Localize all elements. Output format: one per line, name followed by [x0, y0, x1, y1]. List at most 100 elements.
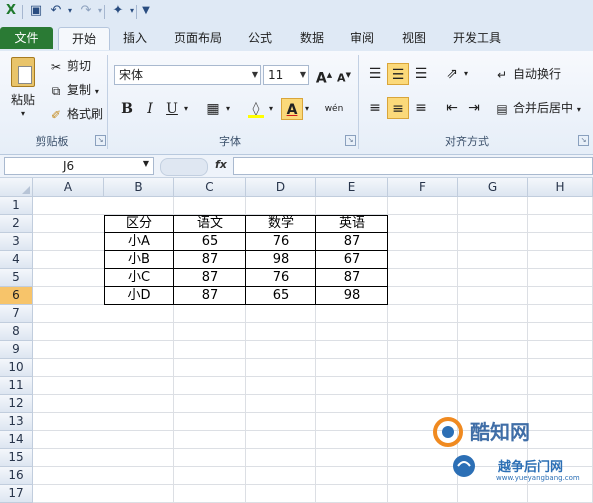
row-header-16[interactable]: 16: [0, 467, 33, 485]
row-header-12[interactable]: 12: [0, 395, 33, 413]
insert-function-button[interactable]: fx: [215, 158, 227, 171]
table-cell[interactable]: 98: [316, 287, 388, 305]
orientation-dropdown-icon[interactable]: ▾: [460, 63, 472, 85]
table-header-cell[interactable]: 语文: [174, 215, 246, 233]
tab-insert[interactable]: 插入: [114, 27, 156, 49]
table-cell[interactable]: 小D: [104, 287, 174, 305]
table-cell[interactable]: 76: [246, 269, 316, 287]
column-header-d[interactable]: D: [246, 178, 316, 197]
table-cell[interactable]: 87: [316, 269, 388, 287]
format-painter-button[interactable]: ✐ 格式刷: [48, 105, 103, 123]
formula-input[interactable]: [233, 157, 593, 175]
table-cell[interactable]: 87: [174, 269, 246, 287]
column-header-h[interactable]: H: [528, 178, 593, 197]
clipboard-launcher-icon[interactable]: ↘: [95, 135, 106, 146]
alignment-launcher-icon[interactable]: ↘: [578, 135, 589, 146]
select-all-corner[interactable]: [0, 178, 33, 197]
row-header-2[interactable]: 2: [0, 215, 33, 233]
format-painter-label: 格式刷: [67, 107, 104, 121]
font-launcher-icon[interactable]: ↘: [345, 135, 356, 146]
italic-button[interactable]: I: [139, 98, 161, 120]
grow-font-button[interactable]: A▲: [313, 64, 335, 87]
column-header-g[interactable]: G: [458, 178, 528, 197]
decrease-indent-icon[interactable]: ⇤: [441, 97, 463, 119]
column-header-f[interactable]: F: [388, 178, 458, 197]
phonetic-guide-icon[interactable]: wén: [320, 98, 348, 120]
row-header-3[interactable]: 3: [0, 233, 33, 251]
table-cell[interactable]: 小A: [104, 233, 174, 251]
table-header-cell[interactable]: 区分: [104, 215, 174, 233]
row-header-5[interactable]: 5: [0, 269, 33, 287]
copy-button[interactable]: ⧉ 复制 ▾: [48, 81, 99, 101]
row-header-11[interactable]: 11: [0, 377, 33, 395]
tab-file[interactable]: 文件: [0, 27, 53, 49]
name-box-value: J6: [63, 159, 75, 173]
paste-label: 粘贴: [10, 93, 35, 107]
cut-button[interactable]: ✂ 剪切: [48, 57, 91, 75]
table-cell[interactable]: 76: [246, 233, 316, 251]
align-left-icon[interactable]: ≡: [364, 97, 386, 119]
font-color-button[interactable]: A: [281, 98, 303, 120]
group-separator: [107, 55, 108, 149]
merge-center-button[interactable]: ▤ 合并后居中 ▾: [494, 99, 581, 119]
table-cell[interactable]: 65: [246, 287, 316, 305]
tab-page-layout[interactable]: 页面布局: [166, 27, 230, 49]
fill-color-icon[interactable]: ◊: [245, 98, 267, 120]
table-cell[interactable]: 98: [246, 251, 316, 269]
fill-color-dropdown-icon[interactable]: ▾: [265, 98, 277, 120]
column-header-a[interactable]: A: [33, 178, 104, 197]
formula-bar: J6 ▼ fx: [0, 155, 593, 178]
column-header-c[interactable]: C: [174, 178, 246, 197]
save-icon[interactable]: ▣: [28, 3, 44, 19]
wrap-text-button[interactable]: ↵ 自动换行: [494, 65, 561, 83]
table-cell[interactable]: 87: [174, 251, 246, 269]
row-header-17[interactable]: 17: [0, 485, 33, 503]
row-header-10[interactable]: 10: [0, 359, 33, 377]
row-header-6[interactable]: 6: [0, 287, 33, 305]
align-center-icon[interactable]: ≡: [387, 97, 409, 119]
row-header-14[interactable]: 14: [0, 431, 33, 449]
tab-view[interactable]: 视图: [394, 27, 434, 49]
tab-review[interactable]: 审阅: [342, 27, 382, 49]
column-header-e[interactable]: E: [316, 178, 388, 197]
table-header-cell[interactable]: 英语: [316, 215, 388, 233]
borders-dropdown-icon[interactable]: ▾: [222, 98, 234, 120]
bold-button[interactable]: B: [116, 98, 138, 120]
table-cell[interactable]: 67: [316, 251, 388, 269]
row-header-9[interactable]: 9: [0, 341, 33, 359]
font-color-dropdown-icon[interactable]: ▾: [301, 98, 313, 120]
row-header-8[interactable]: 8: [0, 323, 33, 341]
table-header-cell[interactable]: 数学: [246, 215, 316, 233]
borders-icon[interactable]: ▦: [202, 98, 224, 120]
row-header-13[interactable]: 13: [0, 413, 33, 431]
font-name-combo[interactable]: 宋体 ▼: [114, 65, 261, 85]
table-cell[interactable]: 87: [174, 287, 246, 305]
align-bottom-icon[interactable]: ☰: [410, 63, 432, 85]
customize-toolbar-icon[interactable]: ▼: [138, 3, 154, 19]
row-header-7[interactable]: 7: [0, 305, 33, 323]
tab-home[interactable]: 开始: [58, 27, 110, 50]
font-size-combo[interactable]: 11 ▼: [263, 65, 309, 85]
font-group-label: 字体: [219, 135, 241, 148]
tab-formulas[interactable]: 公式: [240, 27, 280, 49]
tab-data[interactable]: 数据: [292, 27, 332, 49]
paste-button[interactable]: 粘贴 ▾: [6, 57, 40, 119]
table-cell[interactable]: 小B: [104, 251, 174, 269]
tab-developer[interactable]: 开发工具: [446, 27, 508, 49]
column-header-b[interactable]: B: [104, 178, 174, 197]
align-top-icon[interactable]: ☰: [364, 63, 386, 85]
row-header-1[interactable]: 1: [0, 197, 33, 215]
row-header-15[interactable]: 15: [0, 449, 33, 467]
row-header-4[interactable]: 4: [0, 251, 33, 269]
name-box[interactable]: J6 ▼: [4, 157, 154, 175]
redo-dropdown-icon[interactable]: ▾: [92, 3, 108, 19]
increase-indent-icon[interactable]: ⇥: [463, 97, 485, 119]
undo-dropdown-icon[interactable]: ▾: [62, 3, 78, 19]
underline-dropdown-icon[interactable]: ▾: [180, 98, 192, 120]
table-cell[interactable]: 65: [174, 233, 246, 251]
shrink-font-button[interactable]: A▼: [333, 64, 355, 86]
table-cell[interactable]: 小C: [104, 269, 174, 287]
align-middle-icon[interactable]: ☰: [387, 63, 409, 85]
align-right-icon[interactable]: ≡: [410, 97, 432, 119]
table-cell[interactable]: 87: [316, 233, 388, 251]
